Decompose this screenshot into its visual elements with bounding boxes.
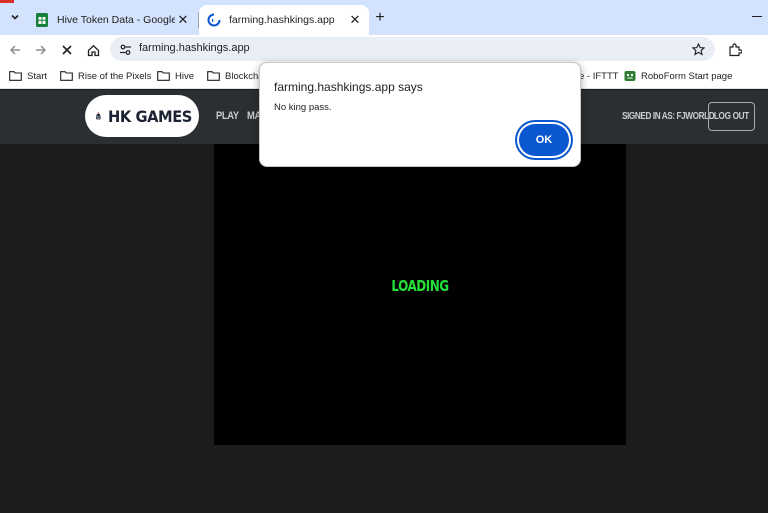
close-tab-icon[interactable]: ✕ bbox=[175, 12, 191, 28]
bookmark-hive[interactable]: Hive bbox=[157, 67, 194, 85]
chevron-down-icon bbox=[11, 14, 19, 20]
signed-in-label: SIGNED IN AS: FJWORLD bbox=[622, 111, 715, 122]
address-bar[interactable]: farming.hashkings.app bbox=[110, 37, 715, 61]
king-emblem-icon bbox=[96, 112, 101, 120]
arrow-left-icon bbox=[9, 45, 20, 55]
bookmark-ifttt[interactable]: e - IFTTT bbox=[579, 67, 619, 85]
close-icon bbox=[62, 45, 72, 55]
site-info-button[interactable] bbox=[117, 41, 133, 57]
folder-icon bbox=[60, 71, 73, 81]
browser-toolbar: farming.hashkings.app bbox=[0, 35, 768, 63]
star-icon bbox=[691, 42, 705, 56]
dialog-title: farming.hashkings.app says bbox=[274, 80, 423, 94]
tab-hive-token-data[interactable]: Hive Token Data - Google Sheets ✕ bbox=[27, 5, 197, 35]
log-out-button[interactable]: LOG OUT bbox=[708, 102, 755, 131]
logo-text: HK GAMES bbox=[107, 106, 192, 126]
folder-icon bbox=[157, 71, 170, 81]
game-canvas[interactable]: LOADING bbox=[214, 144, 626, 445]
ok-button[interactable]: OK bbox=[519, 124, 569, 156]
url-text: farming.hashkings.app bbox=[139, 42, 250, 54]
arrow-right-icon bbox=[36, 45, 47, 55]
bookmark-blockchain[interactable]: Blockcha bbox=[207, 67, 264, 85]
tab-farming-hashkings[interactable]: farming.hashkings.app ✕ bbox=[199, 5, 369, 35]
bookmark-label: Hive bbox=[175, 70, 195, 82]
bookmark-label: Blockcha bbox=[225, 70, 264, 82]
bookmark-label: e - IFTTT bbox=[579, 70, 619, 82]
bookmark-roboform[interactable]: RoboForm Start page bbox=[624, 67, 732, 85]
forward-button[interactable] bbox=[30, 39, 52, 61]
home-button[interactable] bbox=[82, 39, 104, 61]
bookmark-label: Rise of the Pixels bbox=[78, 70, 152, 82]
loading-spinner-icon bbox=[207, 13, 221, 27]
loading-text: LOADING bbox=[391, 277, 449, 295]
google-sheets-icon bbox=[36, 13, 48, 27]
bookmark-star-button[interactable] bbox=[689, 40, 707, 58]
back-button[interactable] bbox=[4, 39, 26, 61]
alert-dialog: farming.hashkings.app says No king pass.… bbox=[259, 62, 581, 167]
bookmark-rise-of-the-pixels[interactable]: Rise of the Pixels bbox=[60, 67, 151, 85]
tune-icon bbox=[119, 44, 131, 55]
stop-loading-button[interactable] bbox=[56, 39, 78, 61]
puzzle-icon bbox=[729, 43, 742, 57]
bookmark-label: RoboForm Start page bbox=[641, 70, 733, 82]
minimize-window-icon[interactable] bbox=[752, 16, 762, 17]
roboform-icon bbox=[624, 71, 636, 81]
close-tab-icon[interactable]: ✕ bbox=[347, 12, 363, 28]
browser-tab-strip: Hive Token Data - Google Sheets ✕ farmin… bbox=[0, 0, 768, 35]
log-out-label: LOG OUT bbox=[713, 111, 750, 122]
nav-play[interactable]: PLAY bbox=[216, 110, 239, 122]
home-icon bbox=[87, 44, 99, 56]
folder-icon bbox=[207, 71, 220, 81]
tab-title: farming.hashkings.app bbox=[229, 14, 335, 26]
folder-icon bbox=[9, 71, 22, 81]
bookmark-label: Start bbox=[27, 70, 48, 82]
hk-games-logo[interactable]: HK GAMES bbox=[85, 95, 199, 137]
dialog-message: No king pass. bbox=[274, 102, 332, 113]
tab-title: Hive Token Data - Google Sheets bbox=[57, 14, 175, 26]
extensions-button[interactable] bbox=[724, 39, 746, 61]
new-tab-button[interactable]: + bbox=[371, 9, 389, 27]
tab-search-button[interactable] bbox=[5, 8, 25, 26]
window-accent bbox=[0, 0, 14, 3]
bookmark-start[interactable]: Start bbox=[9, 67, 47, 85]
